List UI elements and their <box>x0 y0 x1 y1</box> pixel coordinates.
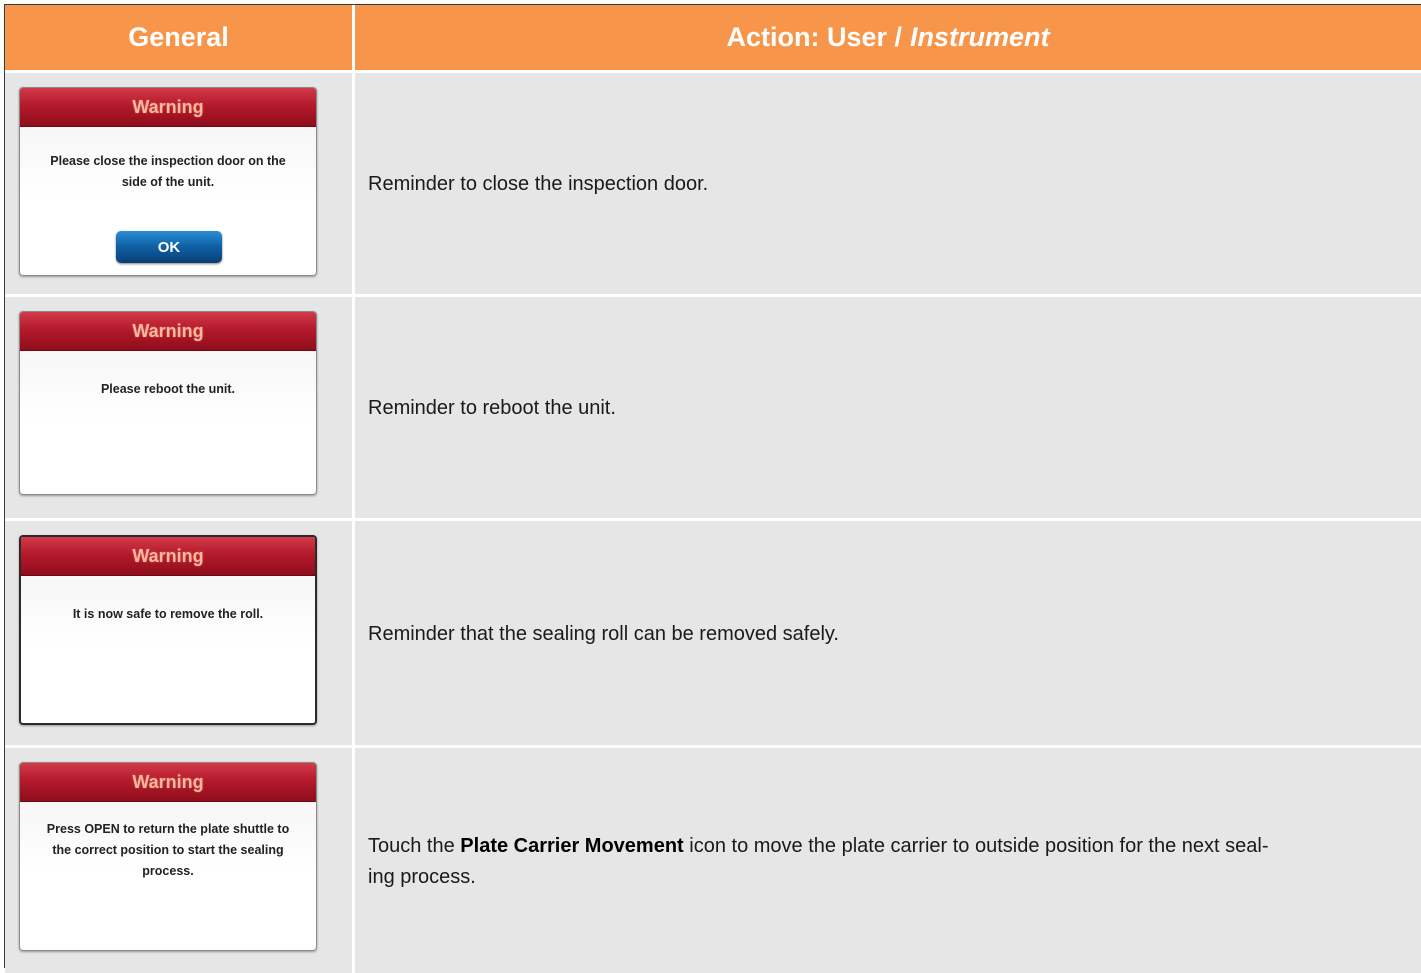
warning-dialog: Warning Please close the inspection door… <box>19 87 317 276</box>
dialog-title: Warning <box>21 537 315 576</box>
ok-button[interactable]: OK <box>116 231 222 263</box>
description-cell: Reminder to reboot the unit. <box>355 297 1421 518</box>
header-action: Action: User / Instrument <box>355 5 1421 70</box>
dialog-cell: Warning Press OPEN to return the plate s… <box>5 748 355 973</box>
warning-dialog: Warning Please reboot the unit. <box>19 311 317 495</box>
table-header: General Action: User / Instrument <box>5 5 1421 70</box>
plate-carrier-movement-term: Plate Carrier Movement <box>460 835 684 857</box>
table-row: Warning It is now safe to remove the rol… <box>5 518 1421 745</box>
dialog-title: Warning <box>20 312 316 351</box>
table-row: Warning Press OPEN to return the plate s… <box>5 745 1421 973</box>
row-description: Reminder that the sealing roll can be re… <box>368 623 839 645</box>
description-cell: Touch the Plate Carrier Movement icon to… <box>355 748 1421 973</box>
warning-messages-table: General Action: User / Instrument Warnin… <box>4 4 1421 973</box>
header-action-italic: Instrument <box>910 22 1050 52</box>
header-general-label: General <box>128 22 229 52</box>
warning-dialog: Warning Press OPEN to return the plate s… <box>19 762 317 951</box>
description-text: ing process. <box>368 866 476 888</box>
dialog-message: It is now safe to remove the roll. <box>72 607 264 621</box>
dialog-message: Press OPEN to return the plate shuttle t… <box>46 822 290 878</box>
table-row: Warning Please close the inspection door… <box>5 70 1421 294</box>
dialog-cell: Warning Please close the inspection door… <box>5 73 355 294</box>
warning-dialog: Warning It is now safe to remove the rol… <box>19 535 317 725</box>
dialog-title: Warning <box>20 763 316 802</box>
dialog-message: Please reboot the unit. <box>100 382 236 396</box>
row-description: Touch the Plate Carrier Movement icon to… <box>368 831 1397 893</box>
description-text: icon to move the plate carrier to outsid… <box>689 835 1269 857</box>
header-action-prefix: Action: User / <box>726 22 902 52</box>
description-cell: Reminder to close the inspection door. <box>355 73 1421 294</box>
table-row: Warning Please reboot the unit. Reminder… <box>5 294 1421 518</box>
header-general: General <box>5 5 355 70</box>
dialog-message: Please close the inspection door on the … <box>50 154 286 189</box>
row-description: Reminder to reboot the unit. <box>368 397 616 419</box>
row-description: Reminder to close the inspection door. <box>368 173 709 195</box>
dialog-cell: Warning Please reboot the unit. <box>5 297 355 518</box>
description-text: Touch the <box>368 835 455 857</box>
dialog-cell: Warning It is now safe to remove the rol… <box>5 521 355 745</box>
dialog-title: Warning <box>20 88 316 127</box>
description-cell: Reminder that the sealing roll can be re… <box>355 521 1421 745</box>
